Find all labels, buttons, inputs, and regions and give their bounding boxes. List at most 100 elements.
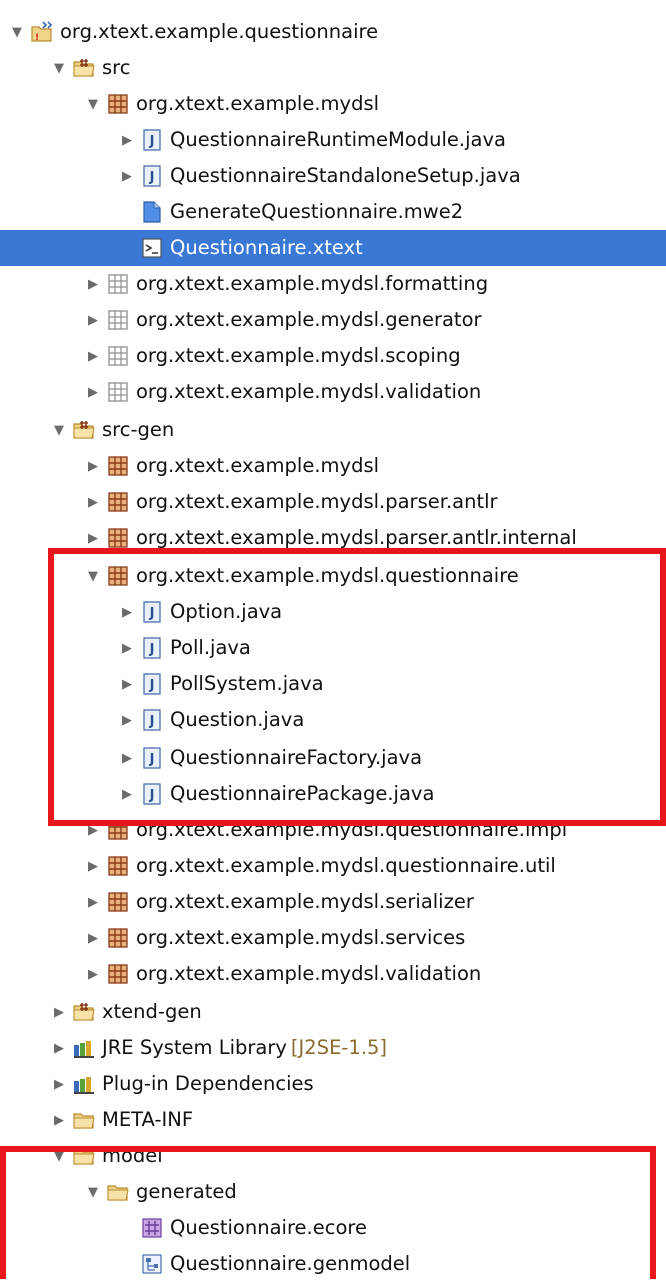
tree-item-label: Question.java bbox=[170, 708, 305, 731]
tree-item-src[interactable]: ▼ src bbox=[50, 50, 666, 86]
tree-item-file[interactable]: ▶ Questionnaire.genmodel bbox=[118, 1246, 666, 1282]
collapse-arrow-icon[interactable]: ▶ bbox=[118, 785, 136, 803]
tree-item-jre-library[interactable]: ▶ JRE System Library [J2SE-1.5] bbox=[50, 1030, 666, 1066]
tree-item-package[interactable]: ▶ org.xtext.example.mydsl.validation bbox=[84, 956, 666, 992]
collapse-arrow-icon[interactable]: ▶ bbox=[50, 1111, 68, 1129]
tree-item-label: org.xtext.example.mydsl.services bbox=[136, 926, 466, 949]
collapse-arrow-icon[interactable]: ▶ bbox=[118, 749, 136, 767]
collapse-arrow-icon[interactable]: ▶ bbox=[50, 1003, 68, 1021]
expand-arrow-icon[interactable]: ▼ bbox=[8, 23, 26, 41]
collapse-arrow-icon[interactable]: ▶ bbox=[84, 821, 102, 839]
mwe2-file-icon bbox=[140, 201, 164, 223]
package-icon bbox=[106, 491, 130, 513]
tree-item-file[interactable]: ▶ QuestionnairePackage.java bbox=[118, 776, 666, 812]
tree-item-label: PollSystem.java bbox=[170, 672, 324, 695]
java-file-icon bbox=[140, 601, 164, 623]
collapse-arrow-icon[interactable]: ▶ bbox=[118, 675, 136, 693]
tree-item-file[interactable]: ▶ QuestionnaireStandaloneSetup.java bbox=[118, 158, 666, 194]
package-icon bbox=[106, 819, 130, 841]
java-file-icon bbox=[140, 709, 164, 731]
tree-item-project[interactable]: ▼ org.xtext.example.questionnaire bbox=[8, 14, 666, 50]
java-file-icon bbox=[140, 637, 164, 659]
package-icon bbox=[106, 855, 130, 877]
tree-item-file-selected[interactable]: ▶ Questionnaire.xtext bbox=[0, 230, 666, 266]
collapse-arrow-icon[interactable]: ▶ bbox=[84, 347, 102, 365]
expand-arrow-icon[interactable]: ▼ bbox=[84, 567, 102, 585]
tree-item-file[interactable]: ▶ Questionnaire.ecore bbox=[118, 1210, 666, 1246]
collapse-arrow-icon[interactable]: ▶ bbox=[84, 893, 102, 911]
tree-item-package[interactable]: ▶ org.xtext.example.mydsl.parser.antlr.i… bbox=[84, 520, 666, 556]
collapse-arrow-icon[interactable]: ▶ bbox=[50, 1075, 68, 1093]
package-icon bbox=[106, 455, 130, 477]
collapse-arrow-icon[interactable]: ▶ bbox=[118, 131, 136, 149]
collapse-arrow-icon[interactable]: ▶ bbox=[118, 711, 136, 729]
tree-item-package[interactable]: ▶ org.xtext.example.mydsl.questionnaire.… bbox=[84, 848, 666, 884]
package-icon bbox=[106, 565, 130, 587]
collapse-arrow-icon[interactable]: ▶ bbox=[84, 493, 102, 511]
collapse-arrow-icon[interactable]: ▶ bbox=[84, 311, 102, 329]
tree-item-label: src-gen bbox=[102, 418, 175, 441]
tree-item-file[interactable]: ▶ QuestionnaireRuntimeModule.java bbox=[118, 122, 666, 158]
folder-icon bbox=[72, 1109, 96, 1131]
collapse-arrow-icon[interactable]: ▶ bbox=[118, 167, 136, 185]
tree-item-label: org.xtext.example.mydsl.scoping bbox=[136, 344, 461, 367]
tree-item-xtend-gen[interactable]: ▶ xtend-gen bbox=[50, 994, 666, 1030]
tree-item-plugin-dependencies[interactable]: ▶ Plug-in Dependencies bbox=[50, 1066, 666, 1102]
tree-item-meta-inf[interactable]: ▶ META-INF bbox=[50, 1102, 666, 1138]
tree-item-package[interactable]: ▶ org.xtext.example.mydsl.parser.antlr bbox=[84, 484, 666, 520]
collapse-arrow-icon[interactable]: ▶ bbox=[84, 529, 102, 547]
tree-item-label: org.xtext.example.mydsl bbox=[136, 92, 380, 115]
tree-item-package[interactable]: ▶ org.xtext.example.mydsl bbox=[84, 448, 666, 484]
tree-item-file[interactable]: ▶ Question.java bbox=[118, 702, 666, 738]
collapse-arrow-icon[interactable]: ▶ bbox=[118, 603, 136, 621]
package-icon bbox=[106, 927, 130, 949]
tree-item-generated[interactable]: ▼ generated bbox=[84, 1174, 666, 1210]
expand-arrow-icon[interactable]: ▼ bbox=[84, 95, 102, 113]
expand-arrow-icon[interactable]: ▼ bbox=[50, 421, 68, 439]
collapse-arrow-icon[interactable]: ▶ bbox=[84, 857, 102, 875]
tree-item-label: generated bbox=[136, 1180, 237, 1203]
collapse-arrow-icon[interactable]: ▶ bbox=[50, 1039, 68, 1057]
tree-item-package[interactable]: ▶ org.xtext.example.mydsl.generator bbox=[84, 302, 666, 338]
tree-item-label: Plug-in Dependencies bbox=[102, 1072, 314, 1095]
tree-item-package[interactable]: ▶ org.xtext.example.mydsl.questionnaire.… bbox=[84, 812, 666, 848]
tree-item-file[interactable]: ▶ Poll.java bbox=[118, 630, 666, 666]
tree-item-file[interactable]: ▶ GenerateQuestionnaire.mwe2 bbox=[118, 194, 666, 230]
tree-item-label: QuestionnaireFactory.java bbox=[170, 746, 423, 769]
collapse-arrow-icon[interactable]: ▶ bbox=[118, 639, 136, 657]
source-folder-icon bbox=[72, 57, 96, 79]
collapse-arrow-icon[interactable]: ▶ bbox=[84, 457, 102, 475]
tree-item-package[interactable]: ▶ org.xtext.example.mydsl.formatting bbox=[84, 266, 666, 302]
tree-item-package[interactable]: ▶ org.xtext.example.mydsl.scoping bbox=[84, 338, 666, 374]
tree-item-label: org.xtext.example.mydsl.parser.antlr.int… bbox=[136, 526, 577, 549]
expand-arrow-icon[interactable]: ▼ bbox=[50, 59, 68, 77]
collapse-arrow-icon[interactable]: ▶ bbox=[84, 929, 102, 947]
tree-item-package[interactable]: ▼ org.xtext.example.mydsl bbox=[84, 86, 666, 122]
collapse-arrow-icon[interactable]: ▶ bbox=[84, 965, 102, 983]
tree-item-file[interactable]: ▶ Option.java bbox=[118, 594, 666, 630]
tree-item-package[interactable]: ▶ org.xtext.example.mydsl.serializer bbox=[84, 884, 666, 920]
source-folder-icon bbox=[72, 419, 96, 441]
expand-arrow-icon[interactable]: ▼ bbox=[50, 1147, 68, 1165]
expand-arrow-icon[interactable]: ▼ bbox=[84, 1183, 102, 1201]
java-file-icon bbox=[140, 747, 164, 769]
empty-package-icon bbox=[106, 309, 130, 331]
tree-item-file[interactable]: ▶ QuestionnaireFactory.java bbox=[118, 740, 666, 776]
tree-item-file[interactable]: ▶ PollSystem.java bbox=[118, 666, 666, 702]
tree-item-model[interactable]: ▼ model bbox=[50, 1138, 666, 1174]
tree-item-package[interactable]: ▶ org.xtext.example.mydsl.validation bbox=[84, 374, 666, 410]
tree-item-label: model bbox=[102, 1144, 163, 1167]
jre-version-suffix: [J2SE-1.5] bbox=[290, 1036, 388, 1059]
tree-item-package[interactable]: ▼ org.xtext.example.mydsl.questionnaire bbox=[84, 558, 666, 594]
tree-item-package[interactable]: ▶ org.xtext.example.mydsl.services bbox=[84, 920, 666, 956]
tree-item-label: xtend-gen bbox=[102, 1000, 202, 1023]
tree-item-label: Questionnaire.ecore bbox=[170, 1216, 367, 1239]
java-file-icon bbox=[140, 783, 164, 805]
java-file-icon bbox=[140, 129, 164, 151]
collapse-arrow-icon[interactable]: ▶ bbox=[84, 383, 102, 401]
tree-item-label: org.xtext.example.mydsl.validation bbox=[136, 380, 482, 403]
genmodel-file-icon bbox=[140, 1253, 164, 1275]
collapse-arrow-icon[interactable]: ▶ bbox=[84, 275, 102, 293]
empty-package-icon bbox=[106, 345, 130, 367]
tree-item-src-gen[interactable]: ▼ src-gen bbox=[50, 412, 666, 448]
